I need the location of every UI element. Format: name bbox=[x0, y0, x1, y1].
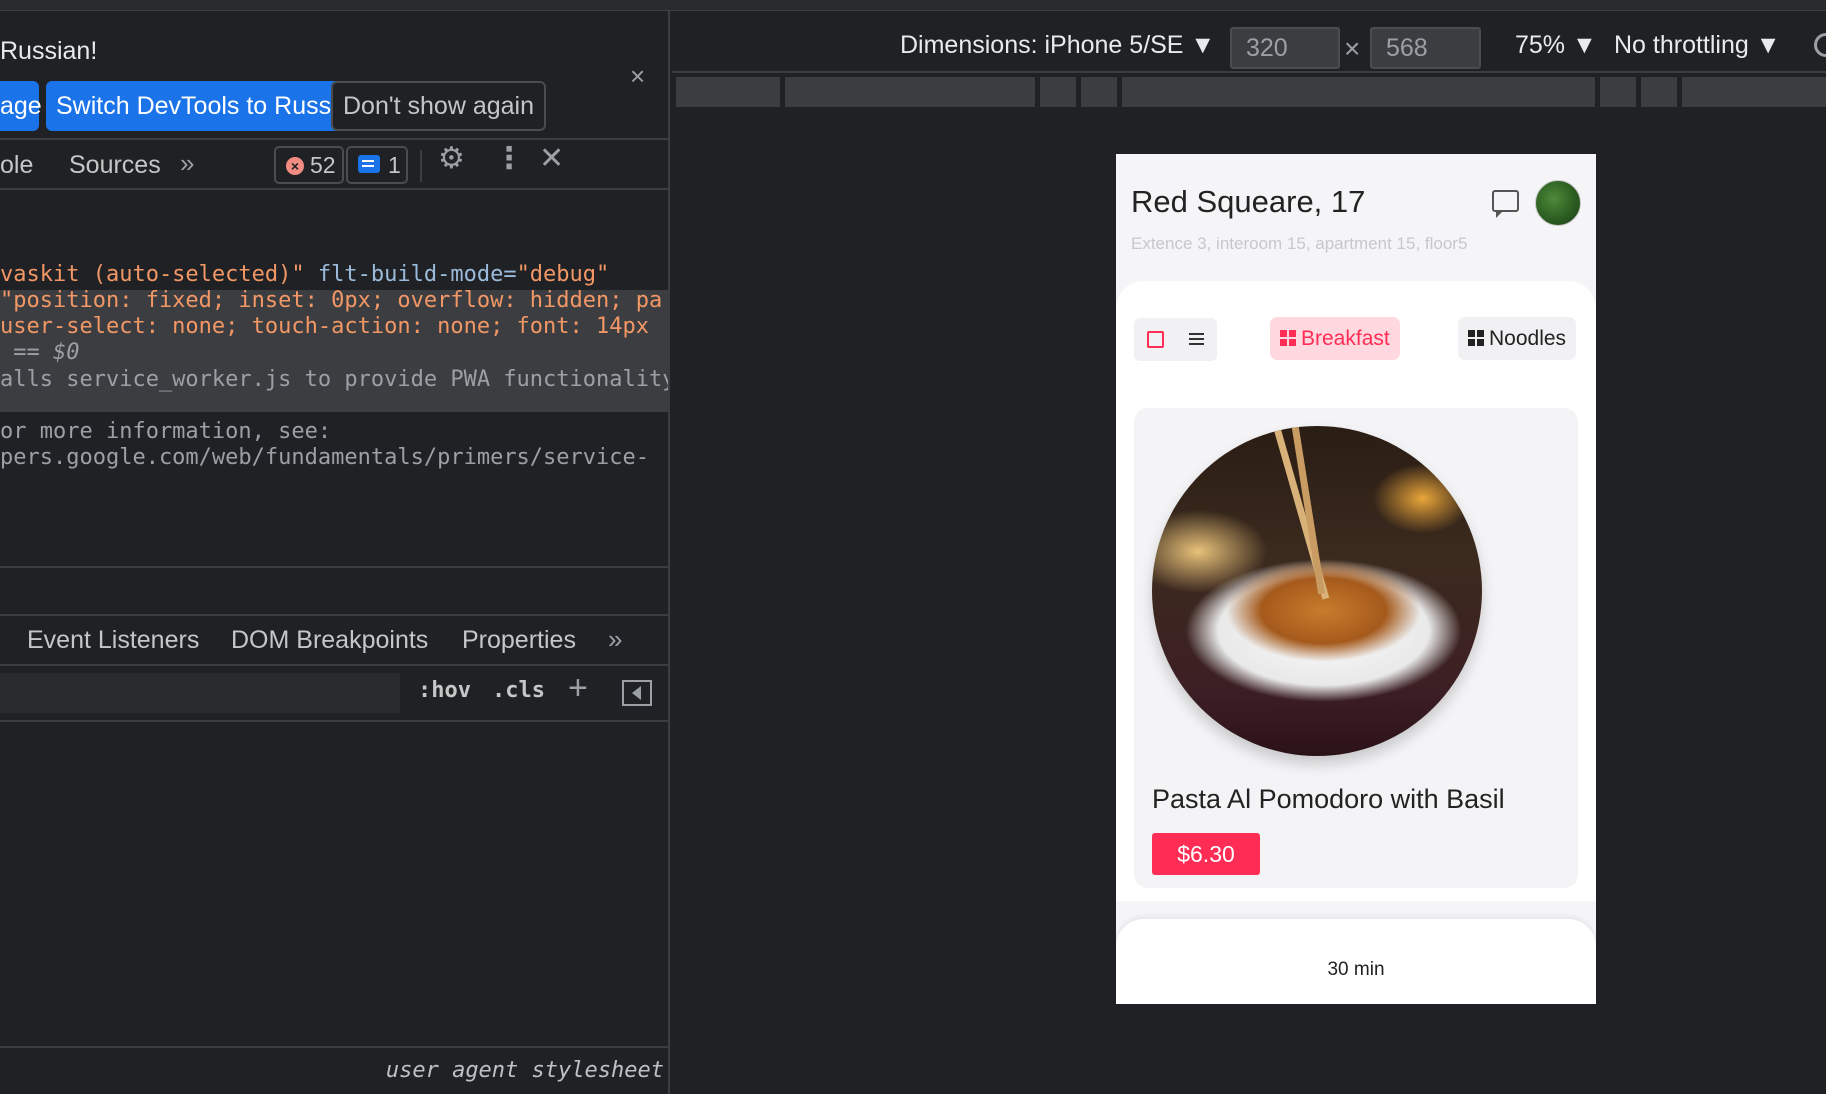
close-devtools-icon[interactable]: ✕ bbox=[539, 144, 564, 174]
code-line-2: "position: fixed; inset: 0px; overflow: … bbox=[0, 288, 663, 313]
media-query-segment[interactable] bbox=[1641, 77, 1677, 107]
code-line-4: == $0 bbox=[0, 340, 80, 365]
messages-count: 1 bbox=[388, 152, 401, 178]
styles-bottom-bar: user agent stylesheet bbox=[0, 1046, 668, 1094]
window-top-strip bbox=[0, 0, 1826, 11]
errors-count: 52 bbox=[310, 152, 336, 178]
media-query-segment[interactable] bbox=[1040, 77, 1076, 107]
grid-view-toggle-icon[interactable] bbox=[1134, 318, 1177, 361]
toggle-sidebar-icon[interactable] bbox=[622, 680, 652, 706]
category-grid-icon bbox=[1280, 330, 1296, 346]
pane-divider[interactable] bbox=[0, 566, 668, 568]
infobar-message: Russian! bbox=[0, 37, 98, 65]
dish-image bbox=[1152, 426, 1482, 756]
throttling-dropdown[interactable]: No throttling ▼ bbox=[1614, 31, 1780, 60]
code-line-7: pers.google.com/web/fundamentals/primers… bbox=[0, 445, 650, 470]
tab-dom-breakpoints[interactable]: DOM Breakpoints bbox=[231, 626, 428, 655]
details-sheet[interactable]: 30 min bbox=[1116, 919, 1596, 1004]
chat-icon[interactable] bbox=[1492, 190, 1519, 218]
avatar[interactable] bbox=[1535, 180, 1581, 226]
category-chip-noodles[interactable]: Noodles bbox=[1458, 317, 1577, 360]
tab-sources[interactable]: Sources bbox=[69, 151, 161, 180]
toolbar-separator bbox=[420, 150, 422, 182]
elements-tree: vaskit (auto-selected)" flt-build-mode="… bbox=[0, 192, 670, 568]
chip-label: Noodles bbox=[1489, 327, 1567, 350]
chopstick bbox=[1290, 426, 1326, 595]
infobar-partial-button[interactable]: age bbox=[0, 81, 42, 131]
messages-badge[interactable]: 1 bbox=[346, 146, 408, 184]
dish-card[interactable]: Pasta Al Pomodoro with Basil $6.30 bbox=[1134, 408, 1578, 888]
zoom-dropdown[interactable]: 75% ▼ bbox=[1515, 31, 1597, 60]
price-button[interactable]: $6.30 bbox=[1152, 833, 1260, 875]
media-query-segment[interactable] bbox=[1081, 77, 1117, 107]
more-subtabs-chevron-icon[interactable]: » bbox=[608, 624, 622, 655]
device-toolbar: Dimensions: iPhone 5/SE ▼ 320 × 568 75% … bbox=[672, 11, 1826, 73]
device-height-input[interactable]: 568 bbox=[1370, 27, 1481, 69]
error-icon: × bbox=[286, 157, 304, 175]
infobar-close-icon[interactable]: × bbox=[630, 63, 645, 89]
dont-show-again-button[interactable]: Don't show again bbox=[331, 81, 547, 131]
more-options-icon[interactable]: ⋮ bbox=[494, 144, 524, 174]
styles-subtabs: Event Listeners DOM Breakpoints Properti… bbox=[0, 614, 668, 666]
address-subtitle: Extence 3, interoom 15, apartment 15, fl… bbox=[1131, 234, 1468, 253]
hover-state-button[interactable]: :hov bbox=[418, 678, 471, 703]
tab-event-listeners[interactable]: Event Listeners bbox=[27, 626, 199, 655]
settings-gear-icon[interactable]: ⚙ bbox=[438, 144, 465, 174]
language-infobar: Russian! × age Switch DevTools to Russia… bbox=[0, 11, 668, 138]
media-query-segment[interactable] bbox=[1122, 77, 1595, 107]
address-title[interactable]: Red Squeare, 17 bbox=[1131, 184, 1365, 220]
media-query-segment[interactable] bbox=[1682, 77, 1826, 107]
switch-devtools-language-button[interactable]: Switch DevTools to Russian bbox=[46, 81, 375, 131]
tab-properties[interactable]: Properties bbox=[462, 626, 576, 655]
cook-time-label: 30 min bbox=[1327, 959, 1385, 980]
user-agent-stylesheet-label[interactable]: user agent stylesheet bbox=[386, 1058, 664, 1083]
category-grid-icon bbox=[1468, 330, 1484, 346]
more-tabs-chevron-icon[interactable]: » bbox=[180, 148, 194, 179]
list-view-toggle-icon[interactable] bbox=[1177, 318, 1217, 361]
device-dimensions-dropdown[interactable]: Dimensions: iPhone 5/SE ▼ bbox=[900, 31, 1215, 60]
tab-console[interactable]: ole bbox=[0, 151, 33, 180]
device-viewport: Red Squeare, 17 Extence 3, interoom 15, … bbox=[1116, 154, 1596, 1004]
media-query-segment[interactable] bbox=[1600, 77, 1636, 107]
chip-label: Breakfast bbox=[1301, 327, 1390, 350]
message-icon bbox=[358, 155, 380, 173]
media-query-segment[interactable] bbox=[785, 77, 1035, 107]
dish-name: Pasta Al Pomodoro with Basil bbox=[1152, 784, 1505, 814]
media-query-segment[interactable] bbox=[676, 77, 780, 107]
errors-badge[interactable]: × 52 bbox=[274, 146, 344, 184]
class-toggle-button[interactable]: .cls bbox=[492, 678, 545, 703]
code-line-3: user-select: none; touch-action: none; f… bbox=[0, 314, 650, 339]
category-chip-breakfast[interactable]: Breakfast bbox=[1270, 317, 1400, 360]
device-width-input[interactable]: 320 bbox=[1230, 27, 1340, 69]
code-line-1: vaskit (auto-selected)" flt-build-mode="… bbox=[0, 262, 610, 287]
dimension-times-icon: × bbox=[1344, 33, 1361, 64]
code-line-5: alls service_worker.js to provide PWA fu… bbox=[0, 367, 670, 392]
new-style-rule-icon[interactable]: + bbox=[568, 671, 588, 705]
styles-filter-input[interactable] bbox=[0, 673, 400, 713]
code-line-6: or more information, see: bbox=[0, 419, 332, 444]
menu-sheet: Breakfast Noodles Pasta Al Pomodoro with… bbox=[1116, 281, 1596, 901]
rotate-device-icon[interactable] bbox=[1814, 33, 1826, 57]
styles-filterbar: :hov .cls + bbox=[0, 666, 668, 722]
devtools-tabbar: ole Sources » × 52 1 ⚙ ⋮ ✕ bbox=[0, 138, 668, 190]
media-query-bar bbox=[672, 75, 1826, 109]
devtools-panel: Russian! × age Switch DevTools to Russia… bbox=[0, 11, 670, 1094]
